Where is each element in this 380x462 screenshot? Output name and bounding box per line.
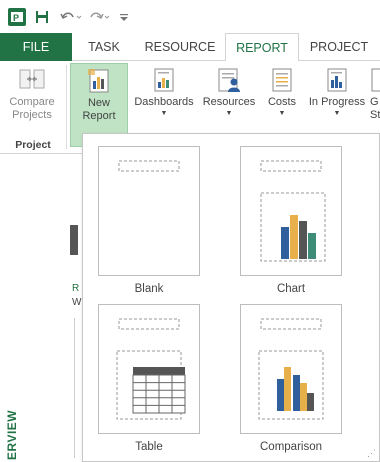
undo-icon[interactable] <box>60 8 82 26</box>
chart-label: Chart <box>276 283 306 295</box>
tab-file[interactable]: FILE <box>0 33 72 61</box>
compare-projects-icon <box>19 69 45 89</box>
side-letter-w: W <box>72 297 82 308</box>
compare-label-1: Compare <box>9 96 55 108</box>
resize-grip-icon[interactable]: ⋰ <box>367 448 376 459</box>
resources-icon <box>218 68 240 92</box>
tab-task[interactable]: TASK <box>76 33 132 61</box>
customize-qat-icon[interactable] <box>118 8 130 26</box>
new-report-icon <box>88 69 109 93</box>
tab-project[interactable]: PROJECT <box>303 33 375 61</box>
dashboards-label: Dashboards <box>134 96 194 108</box>
comparison-report-icon <box>258 318 324 420</box>
tab-report[interactable]: REPORT <box>225 33 299 62</box>
comparison-thumbnail <box>240 304 342 434</box>
group-divider <box>66 65 67 149</box>
getting-started-label-1: G <box>370 96 379 108</box>
resources-caret-icon: ▼ <box>225 110 233 117</box>
group-label-project: Project <box>15 139 51 151</box>
compare-label-2: Projects <box>12 109 52 121</box>
tab-resource[interactable]: RESOURCE <box>136 33 224 61</box>
table-report-icon <box>116 318 186 420</box>
chart-thumbnail <box>240 146 342 276</box>
new-report-label-1: New <box>87 97 110 109</box>
in-progress-label: In Progress <box>308 96 366 108</box>
costs-caret-icon: ▼ <box>278 110 286 117</box>
comparison-label: Comparison <box>260 441 322 453</box>
getting-started-icon <box>371 68 380 92</box>
side-letter-r: R <box>72 283 80 294</box>
costs-label: Costs <box>267 96 297 108</box>
ribbon-tabs: FILE TASK RESOURCE REPORT PROJECT <box>0 33 380 62</box>
save-icon[interactable] <box>34 8 50 26</box>
blank-report-icon <box>118 160 180 172</box>
splitter-handle[interactable] <box>70 225 78 255</box>
blank-thumbnail <box>98 146 200 276</box>
project-app-icon[interactable]: P <box>8 8 26 26</box>
in-progress-caret-icon: ▼ <box>333 110 341 117</box>
redo-icon[interactable] <box>88 8 110 26</box>
blank-label: Blank <box>134 283 164 295</box>
costs-icon <box>272 68 292 92</box>
view-bar-label: ERVIEW <box>5 409 19 460</box>
table-label: Table <box>135 441 163 453</box>
getting-started-label-2: St <box>370 109 380 121</box>
svg-text:P: P <box>13 13 19 23</box>
new-report-gallery: Blank Chart Table Comparison ⋰ <box>82 133 380 462</box>
chart-report-icon <box>260 160 326 262</box>
table-thumbnail <box>98 304 200 434</box>
side-divider <box>74 318 75 458</box>
dashboards-icon <box>154 68 174 92</box>
in-progress-icon <box>327 68 347 92</box>
compare-projects-button[interactable]: Compare Projects <box>0 63 64 147</box>
new-report-label-2: Report <box>82 110 116 122</box>
quick-access-toolbar: P <box>0 0 380 33</box>
resources-label: Resources <box>202 96 256 108</box>
dashboards-caret-icon: ▼ <box>160 110 168 117</box>
